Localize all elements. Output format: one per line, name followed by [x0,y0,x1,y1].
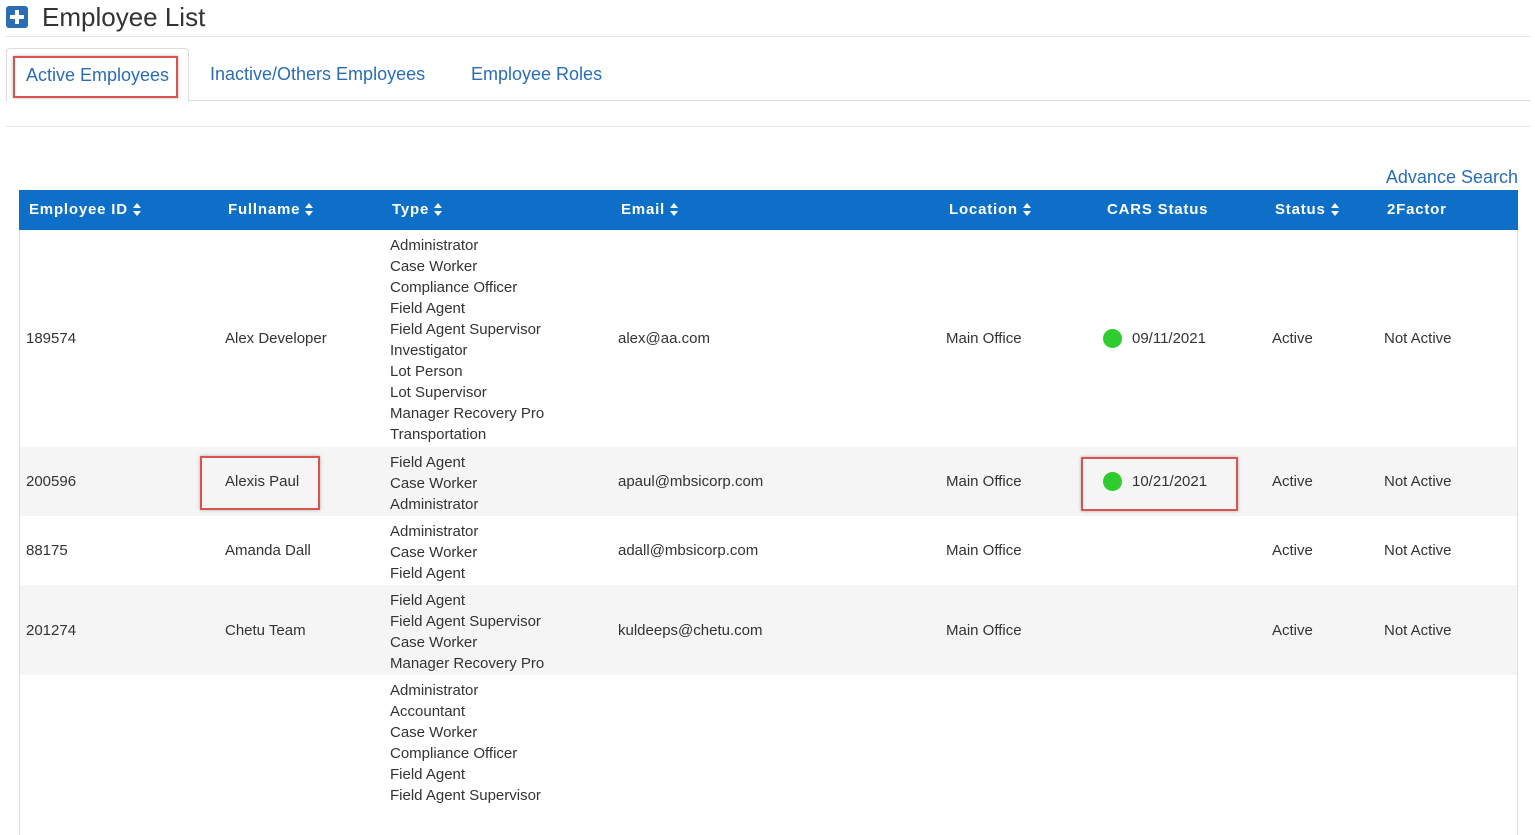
column-header-status[interactable]: Status [1275,190,1339,230]
cars-date: 10/21/2021 [1132,473,1208,490]
employee-table: Employee ID Fullname Type Email Location… [19,190,1518,835]
tab-active-employees[interactable]: Active Employees [6,48,189,102]
employee-id-cell: 200596 [26,473,77,490]
column-header-fullname[interactable]: Fullname [228,190,314,230]
type-item: Case Worker [390,724,478,741]
table-header: Employee ID Fullname Type Email Location… [19,190,1518,230]
tab-inactive-employees[interactable]: Inactive/Others Employees [210,48,425,100]
type-item: Field Agent Supervisor [390,321,541,338]
type-item: Compliance Officer [390,745,518,762]
cars-status-cell: 09/11/2021 [1103,230,1206,447]
status-cell: Active [1272,621,1313,639]
type-item: Administrator [390,237,479,254]
location-cell: Main Office [946,330,1022,347]
type-item: Administrator [390,682,479,699]
column-header-cars-status: CARS Status [1107,201,1209,218]
email-cell: kuldeeps@chetu.com [618,621,763,639]
location-cell: Main Office [946,542,1022,559]
type-item: Field Agent [390,766,466,783]
type-item: Case Worker [390,258,478,275]
table-row[interactable]: 201274 Chetu Team Field Agent Field Agent S… [19,585,1518,675]
tab-bar: Active Employees Inactive/Others Employe… [6,48,1530,102]
type-cell: Field Agent Field Agent Supervisor Case Wo… [390,590,544,674]
column-header-employee-id[interactable]: Employee ID [29,190,141,230]
sort-icon[interactable] [670,203,679,217]
status-cell: Active [1272,542,1313,559]
2factor-cell: Not Active [1384,330,1452,347]
type-item: Accountant [390,703,466,720]
page-header: Employee List [6,0,1530,37]
status-cell: Active [1272,330,1313,347]
type-item: Compliance Officer [390,279,518,296]
fullname-cell: Amanda Dall [225,542,311,559]
type-item: Case Worker [390,634,478,651]
email-cell: adall@mbsicorp.com [618,542,759,559]
location-cell: Main Office [946,621,1022,639]
column-header-location[interactable]: Location [949,190,1031,230]
type-item: Field Agent Supervisor [390,613,541,630]
table-body: 189574 Alex Developer Administrator Case Wo… [19,230,1518,835]
type-item: Lot Person [390,363,463,380]
type-item: Manager Recovery Pro [390,655,545,672]
column-header-2factor: 2Factor [1387,201,1447,218]
employee-id-cell: 88175 [26,542,68,559]
divider [6,126,1530,127]
column-header-email[interactable]: Email [621,190,679,230]
type-item: Investigator [390,342,468,359]
table-row[interactable]: Administrator Accountant Case Worker Compli… [19,675,1518,835]
employee-id-cell: 189574 [26,330,77,347]
fullname-cell: Alex Developer [225,330,327,347]
fullname-cell: Alexis Paul [225,473,300,490]
employee-id-cell: 201274 [26,621,77,639]
type-item: Field Agent [390,592,466,609]
2factor-cell: Not Active [1384,542,1452,559]
type-item: Manager Recovery Pro [390,405,545,422]
status-cell: Active [1272,473,1313,490]
type-item: Transportation [390,426,487,443]
type-cell: Administrator Accountant Case Worker Compli… [390,680,541,806]
location-cell: Main Office [946,473,1022,490]
2factor-cell: Not Active [1384,473,1452,490]
type-cell: Administrator Case Worker Compliance Offic… [390,235,544,445]
type-item: Field Agent [390,565,466,582]
2factor-cell: Not Active [1384,621,1452,639]
email-cell: alex@aa.com [618,330,710,347]
table-row[interactable]: 189574 Alex Developer Administrator Case Wo… [19,230,1518,447]
fullname-cell: Chetu Team [225,621,306,639]
sort-icon[interactable] [1022,203,1031,217]
type-item: Field Agent Supervisor [390,787,541,804]
column-header-type[interactable]: Type [392,190,443,230]
tab-employee-roles[interactable]: Employee Roles [471,48,602,100]
type-item: Field Agent [390,454,466,471]
advance-search-link[interactable]: Advance Search [1386,167,1518,188]
tab-label: Employee Roles [471,64,603,84]
type-item: Case Worker [390,544,478,561]
type-item: Case Worker [390,475,478,492]
email-cell: apaul@mbsicorp.com [618,473,764,490]
type-item: Field Agent [390,300,466,317]
type-cell: Field Agent Case Worker Administrator [390,452,478,515]
status-dot-icon [1103,329,1122,348]
plus-square-icon[interactable] [6,6,28,28]
sort-icon[interactable] [1330,203,1339,217]
type-item: Lot Supervisor [390,384,487,401]
sort-icon[interactable] [132,203,141,217]
sort-icon[interactable] [434,203,443,217]
tab-label: Inactive/Others Employees [210,64,426,84]
tab-label: Active Employees [25,65,170,85]
type-item: Administrator [390,523,479,540]
table-row[interactable]: 88175 Amanda Dall Administrator Case Worker… [19,516,1518,585]
cars-date: 09/11/2021 [1132,330,1206,347]
table-row[interactable]: 200596 Alexis Paul Field Agent Case Worker A… [19,447,1518,516]
type-item: Administrator [390,496,479,513]
type-cell: Administrator Case Worker Field Agent [390,521,478,584]
cars-status-cell: 10/21/2021 [1103,447,1207,516]
status-dot-icon [1103,472,1122,491]
page-title: Employee List [42,2,206,32]
sort-icon[interactable] [305,203,314,217]
